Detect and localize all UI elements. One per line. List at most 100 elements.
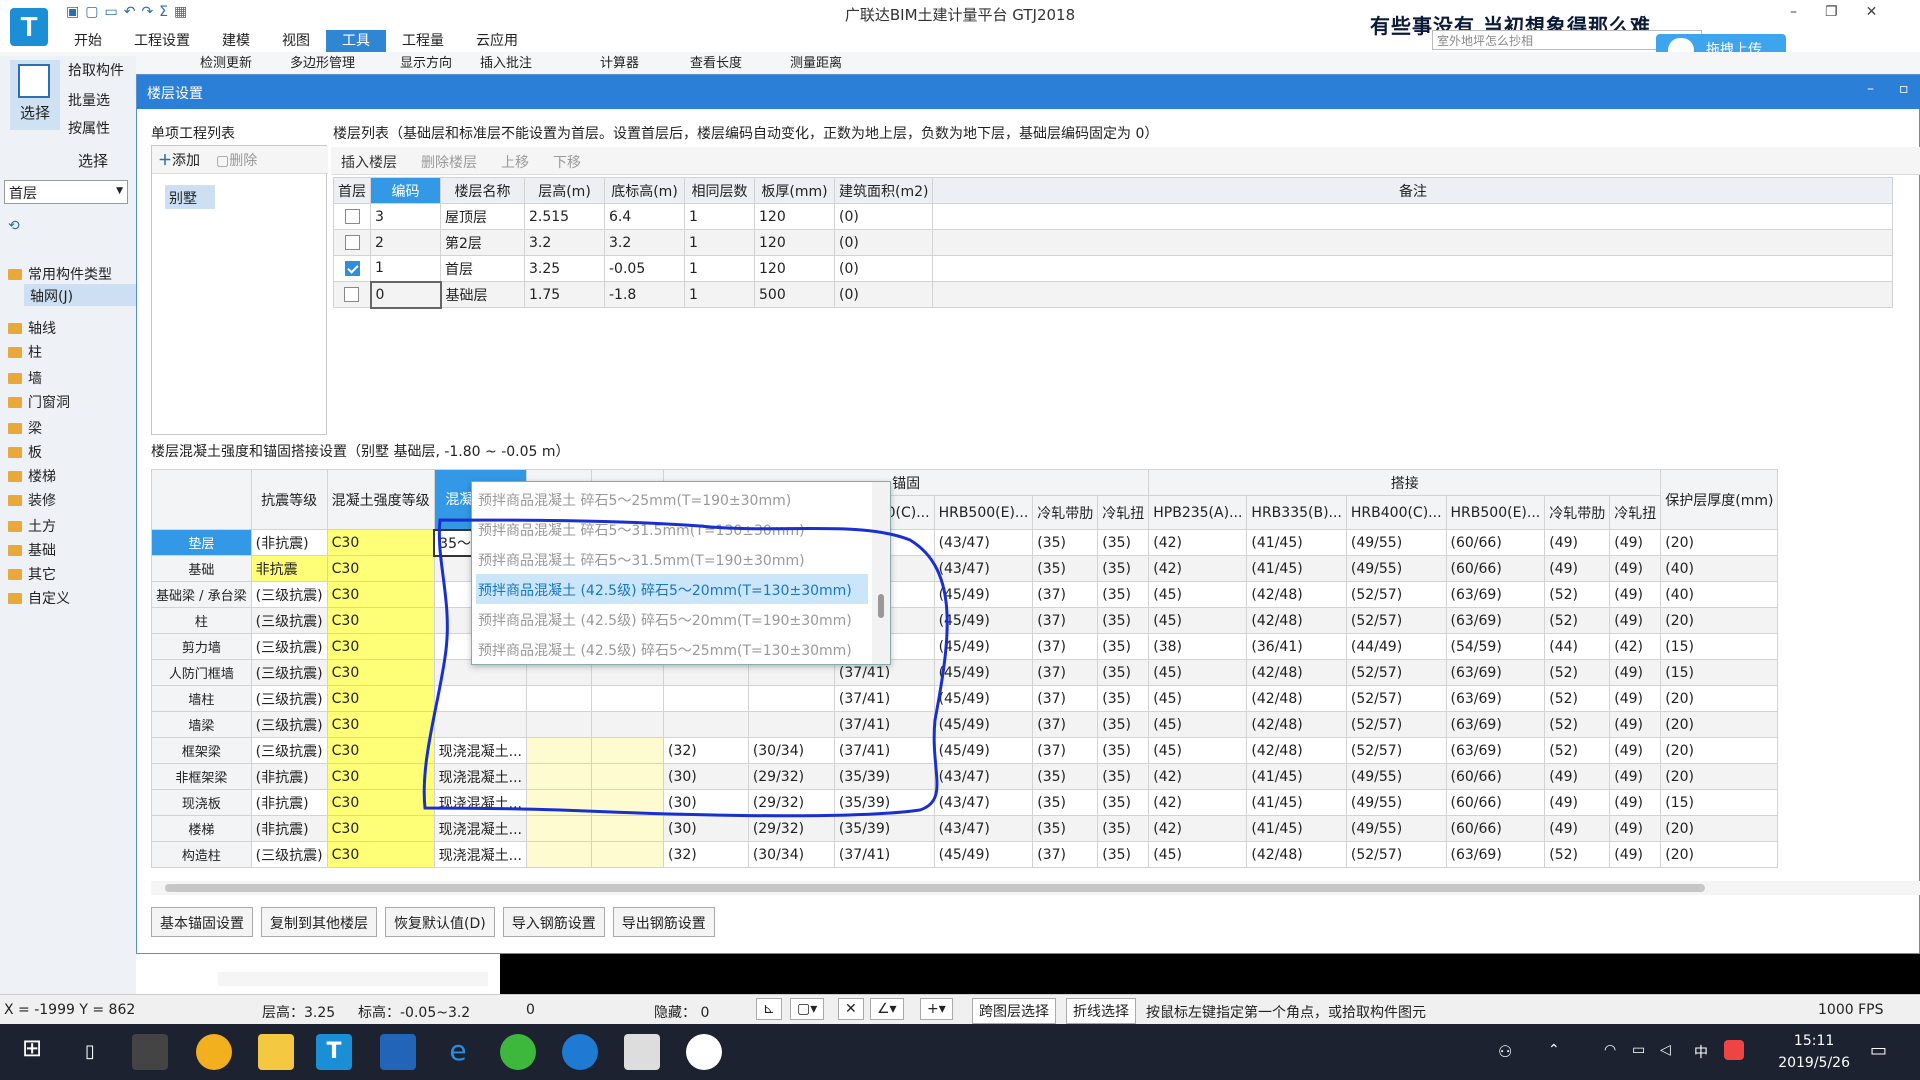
column-header[interactable]: 编码 bbox=[370, 177, 441, 204]
anchor-cell[interactable]: (29/32) bbox=[747, 789, 835, 816]
gtj-app-icon[interactable]: T bbox=[316, 1034, 352, 1070]
menu-item[interactable]: 开始 bbox=[58, 30, 118, 52]
anchor-cell[interactable]: (32) bbox=[663, 737, 749, 764]
floor-cell-note[interactable] bbox=[932, 281, 1894, 308]
anchor-cell[interactable]: C30 bbox=[326, 555, 435, 582]
anchor-cell[interactable]: (42/48) bbox=[1246, 581, 1347, 608]
close-icon[interactable]: ✕ bbox=[1866, 4, 1878, 20]
anchor-cell[interactable]: (54/59) bbox=[1445, 633, 1546, 660]
anchor-cell[interactable]: (45) bbox=[1148, 737, 1248, 764]
select-button[interactable]: 选择 bbox=[10, 60, 60, 130]
anchor-cell[interactable]: (37) bbox=[1032, 581, 1099, 608]
anchor-cell[interactable]: (42) bbox=[1148, 789, 1248, 816]
anchor-cell[interactable]: (49) bbox=[1609, 711, 1662, 738]
anchor-cell[interactable] bbox=[433, 685, 528, 712]
anchor-cell[interactable] bbox=[591, 763, 665, 790]
wifi-icon[interactable]: ◠ bbox=[1604, 1042, 1616, 1058]
tree-item[interactable]: 柱 bbox=[8, 342, 42, 362]
anchor-cell[interactable]: (三级抗震) bbox=[250, 685, 328, 712]
row-header[interactable]: 基础梁 / 承台梁 bbox=[151, 581, 252, 608]
anchor-cell[interactable]: C30 bbox=[326, 789, 435, 816]
anchor-cell[interactable]: (三级抗震) bbox=[250, 607, 328, 634]
anchor-cell[interactable]: (52) bbox=[1544, 607, 1611, 634]
delete-floor-button[interactable]: 删除楼层 bbox=[421, 152, 477, 171]
ribbon-item[interactable]: 显示方向 bbox=[400, 52, 452, 71]
anchor-cell[interactable]: (49/55) bbox=[1345, 815, 1447, 842]
anchor-cell[interactable]: (35) bbox=[1097, 737, 1150, 764]
floor-cell-same[interactable]: 1 bbox=[684, 281, 755, 308]
anchor-cell[interactable]: (63/69) bbox=[1445, 737, 1546, 764]
column-header[interactable]: 冷轧扭 bbox=[1097, 495, 1150, 530]
column-header[interactable]: 保护层厚度(mm) bbox=[1660, 469, 1779, 530]
anchor-cell[interactable]: (49/55) bbox=[1345, 789, 1447, 816]
project-item[interactable]: 别墅 bbox=[165, 185, 215, 209]
anchor-cell[interactable]: (52/57) bbox=[1345, 581, 1447, 608]
anchor-cell[interactable]: (37) bbox=[1032, 711, 1099, 738]
anchor-cell[interactable]: (35) bbox=[1032, 555, 1099, 582]
anchor-cell[interactable]: (41/45) bbox=[1246, 763, 1347, 790]
anchor-cell[interactable]: (43/47) bbox=[933, 815, 1034, 842]
by-property-button[interactable]: 按属性 bbox=[68, 118, 110, 138]
floor-row[interactable]: 1 首层 3.25 -0.05 1 120 (0) bbox=[333, 255, 1894, 282]
first-floor-checkbox-cell[interactable] bbox=[333, 255, 371, 282]
ribbon-item[interactable]: 检测更新 bbox=[200, 52, 252, 71]
floor-cell-thick[interactable]: 500 bbox=[754, 281, 835, 308]
anchor-cell[interactable]: (35) bbox=[1097, 815, 1150, 842]
anchor-cell[interactable]: (49) bbox=[1544, 763, 1611, 790]
move-down-button[interactable]: 下移 bbox=[553, 152, 581, 171]
anchor-cell[interactable]: (52/57) bbox=[1345, 841, 1447, 868]
column-header[interactable]: HRB500(E)... bbox=[1445, 495, 1546, 530]
anchor-cell[interactable]: (35) bbox=[1097, 711, 1150, 738]
dropdown-scrollbar[interactable] bbox=[872, 482, 890, 664]
cross-layer-select-button[interactable]: 跨图层选择 bbox=[972, 998, 1056, 1024]
first-floor-checkbox-cell[interactable] bbox=[333, 281, 371, 308]
input-method-icon[interactable] bbox=[1724, 1040, 1744, 1060]
dropdown-option[interactable]: 预拌商品混凝土 (42.5级) 碎石5～20mm(T=190±30mm) bbox=[476, 604, 868, 634]
navigator-scrollbar[interactable] bbox=[218, 972, 488, 986]
anchor-cell[interactable]: (49) bbox=[1609, 529, 1662, 556]
polyline-select-button[interactable]: 折线选择 bbox=[1066, 998, 1136, 1024]
anchor-cell[interactable] bbox=[591, 737, 665, 764]
anchor-cell[interactable]: (45/49) bbox=[933, 685, 1034, 712]
anchor-cell[interactable]: (三级抗震) bbox=[250, 581, 328, 608]
anchor-cell[interactable]: (42/48) bbox=[1246, 607, 1347, 634]
anchor-cell[interactable]: (42) bbox=[1148, 763, 1248, 790]
anchor-cell[interactable]: (20) bbox=[1660, 529, 1779, 556]
anchor-cell[interactable]: (35) bbox=[1032, 815, 1099, 842]
anchor-cell[interactable] bbox=[526, 711, 593, 738]
anchor-cell[interactable]: (40) bbox=[1660, 581, 1779, 608]
restore-icon[interactable]: ❐ bbox=[1825, 4, 1838, 20]
anchor-cell[interactable]: (49) bbox=[1609, 841, 1662, 868]
anchor-cell[interactable] bbox=[526, 763, 593, 790]
anchor-cell[interactable]: (60/66) bbox=[1445, 789, 1546, 816]
floor-combobox[interactable]: 首层 ▼ bbox=[4, 180, 128, 204]
menu-item[interactable]: 视图 bbox=[266, 30, 326, 52]
select-box-icon[interactable]: ▢▾ bbox=[790, 998, 825, 1020]
anchor-cell[interactable] bbox=[747, 685, 835, 712]
anchor-cell[interactable]: (35) bbox=[1032, 763, 1099, 790]
first-floor-checkbox-cell[interactable] bbox=[333, 229, 371, 256]
floor-cell-name[interactable]: 第2层 bbox=[440, 229, 525, 256]
dropdown-option[interactable]: 预拌商品混凝土 碎石5～31.5mm(T=130±30mm) bbox=[476, 514, 868, 544]
anchor-cell[interactable]: (30) bbox=[663, 815, 749, 842]
anchor-cell[interactable]: (49) bbox=[1609, 815, 1662, 842]
anchor-cell[interactable]: (45) bbox=[1148, 659, 1248, 686]
anchor-cell[interactable] bbox=[663, 711, 749, 738]
row-header[interactable]: 现浇板 bbox=[151, 789, 252, 816]
anchor-cell[interactable]: C30 bbox=[326, 659, 435, 686]
anchor-cell[interactable]: (49) bbox=[1609, 581, 1662, 608]
anchor-cell[interactable]: (49) bbox=[1609, 659, 1662, 686]
column-header[interactable]: 首层 bbox=[333, 177, 371, 204]
anchor-row[interactable]: 框架梁 (三级抗震) C30 现浇混凝土... (32) (30/34) (37/41) (4… bbox=[151, 737, 1779, 764]
column-header[interactable]: 建筑面积(m2) bbox=[833, 177, 934, 204]
cad-icon[interactable] bbox=[380, 1034, 416, 1070]
anchor-cell[interactable]: (49) bbox=[1609, 685, 1662, 712]
anchor-cell[interactable]: (37) bbox=[1032, 841, 1099, 868]
floor-cell-height[interactable]: 3.25 bbox=[524, 255, 605, 282]
minimize-icon[interactable]: – bbox=[1790, 4, 1797, 20]
anchor-cell[interactable] bbox=[591, 685, 665, 712]
anchor-cell[interactable]: (非抗震) bbox=[250, 789, 328, 816]
anchor-cell[interactable]: (45/49) bbox=[933, 841, 1034, 868]
calculator-icon[interactable] bbox=[624, 1034, 660, 1070]
anchor-cell[interactable]: C30 bbox=[326, 529, 435, 556]
